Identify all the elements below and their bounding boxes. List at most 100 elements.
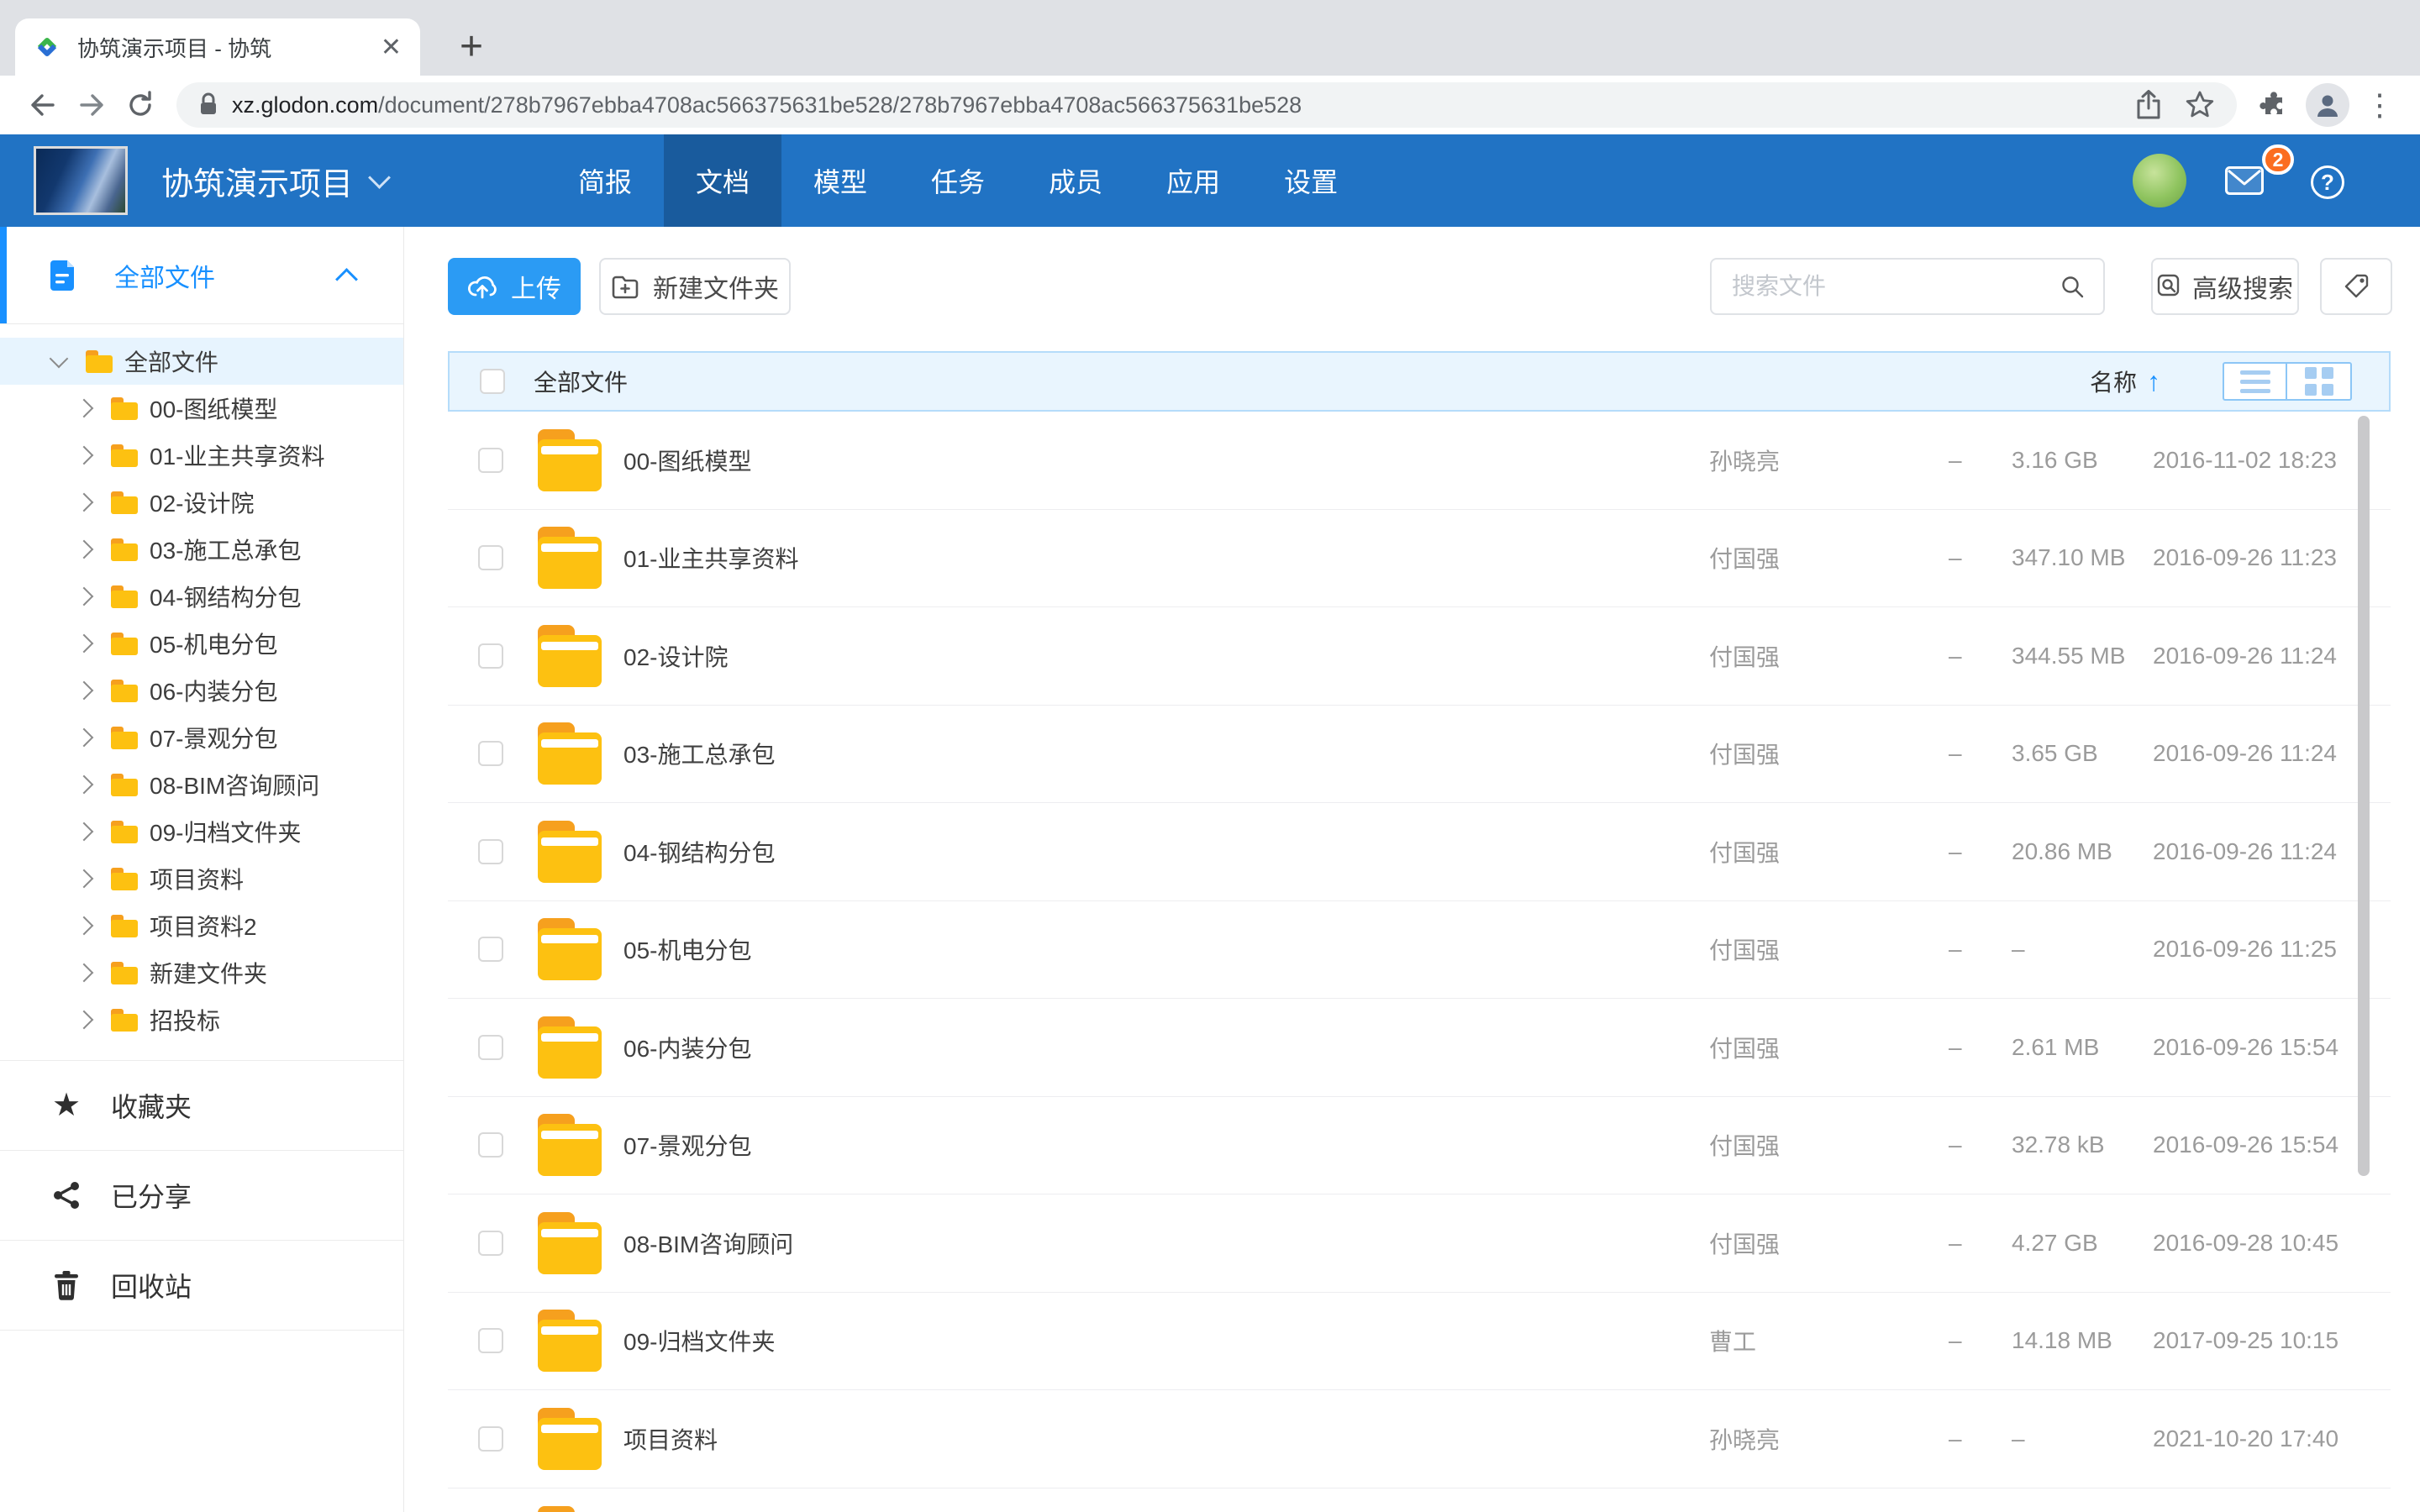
vertical-scrollbar[interactable] <box>2358 416 2370 1176</box>
search-input[interactable] <box>1730 272 2060 301</box>
chevron-right-icon[interactable] <box>75 869 94 889</box>
tree-item[interactable]: 06-内装分包 <box>0 667 403 714</box>
chevron-right-icon[interactable] <box>75 493 94 512</box>
nav-item-documents[interactable]: 文档 <box>664 134 781 227</box>
file-name[interactable]: 08-BIM咨询顾问 <box>623 1226 793 1260</box>
table-row-partial[interactable] <box>448 1488 2391 1512</box>
table-row[interactable]: 00-图纸模型 孙晓亮 – 3.16 GB 2016-11-02 18:23 <box>448 412 2391 510</box>
tree-item[interactable]: 项目资料 <box>0 855 403 902</box>
advanced-search-button[interactable]: 高级搜索 <box>2151 258 2299 315</box>
extensions-icon[interactable] <box>2249 81 2297 129</box>
table-row[interactable]: 05-机电分包 付国强 – – 2016-09-26 11:25 <box>448 901 2391 1000</box>
chevron-right-icon[interactable] <box>75 587 94 606</box>
chevron-right-icon[interactable] <box>75 1011 94 1030</box>
sort-control[interactable]: 名称 ↑ <box>2090 353 2137 410</box>
project-logo[interactable] <box>34 146 128 215</box>
nav-item-apps[interactable]: 应用 <box>1134 134 1252 227</box>
chevron-right-icon[interactable] <box>75 446 94 465</box>
browser-tab[interactable]: 协筑演示项目 - 协筑 ✕ <box>15 18 420 76</box>
row-checkbox[interactable] <box>478 545 503 570</box>
chevron-right-icon[interactable] <box>75 916 94 936</box>
chevron-right-icon[interactable] <box>75 775 94 795</box>
row-checkbox[interactable] <box>478 1132 503 1158</box>
file-name[interactable]: 00-图纸模型 <box>623 444 751 477</box>
row-checkbox[interactable] <box>478 448 503 473</box>
tree-item[interactable]: 02-设计院 <box>0 479 403 526</box>
chevron-right-icon[interactable] <box>75 634 94 654</box>
tree-item[interactable]: 08-BIM咨询顾问 <box>0 761 403 808</box>
bookmark-star-icon[interactable] <box>2185 90 2215 120</box>
sidebar-item-favorites[interactable]: ★ 收藏夹 <box>0 1060 403 1150</box>
new-folder-button[interactable]: 新建文件夹 <box>599 258 791 315</box>
chevron-right-icon[interactable] <box>75 728 94 748</box>
file-name[interactable]: 04-钢结构分包 <box>623 835 775 869</box>
table-row[interactable]: 07-景观分包 付国强 – 32.78 kB 2016-09-26 15:54 <box>448 1097 2391 1195</box>
row-checkbox[interactable] <box>478 937 503 962</box>
table-row[interactable]: 03-施工总承包 付国强 – 3.65 GB 2016-09-26 11:24 <box>448 706 2391 804</box>
row-checkbox[interactable] <box>478 1328 503 1353</box>
list-view-button[interactable] <box>2223 362 2287 401</box>
file-name[interactable]: 06-内装分包 <box>623 1031 751 1064</box>
sidebar-item-shared[interactable]: 已分享 <box>0 1150 403 1240</box>
chevron-down-icon[interactable] <box>50 349 69 369</box>
share-page-icon[interactable] <box>2134 90 2163 120</box>
row-checkbox[interactable] <box>478 1035 503 1060</box>
search-icon[interactable] <box>2060 274 2085 299</box>
tab-close-icon[interactable]: ✕ <box>381 33 402 62</box>
tag-filter-button[interactable] <box>2320 258 2392 315</box>
row-checkbox[interactable] <box>478 839 503 864</box>
file-name[interactable]: 05-机电分包 <box>623 932 751 966</box>
file-name[interactable]: 01-业主共享资料 <box>623 541 798 575</box>
browser-menu-icon[interactable]: ⋮ <box>2365 87 2395 123</box>
table-row[interactable]: 04-钢结构分包 付国强 – 20.86 MB 2016-09-26 11:24 <box>448 803 2391 901</box>
sidebar-item-recycle-bin[interactable]: 回收站 <box>0 1240 403 1331</box>
tree-item[interactable]: 07-景观分包 <box>0 714 403 761</box>
messages-button[interactable]: 2 <box>2225 166 2264 195</box>
project-title-group[interactable]: 协筑演示项目 <box>161 134 387 227</box>
table-row[interactable]: 06-内装分包 付国强 – 2.61 MB 2016-09-26 15:54 <box>448 999 2391 1097</box>
row-checkbox[interactable] <box>478 741 503 766</box>
tree-item[interactable]: 项目资料2 <box>0 902 403 949</box>
reload-icon[interactable] <box>116 81 165 129</box>
chevron-up-icon[interactable] <box>335 268 358 291</box>
chevron-right-icon[interactable] <box>75 963 94 983</box>
user-avatar[interactable] <box>2133 154 2186 207</box>
nav-item-members[interactable]: 成员 <box>1017 134 1134 227</box>
table-row[interactable]: 08-BIM咨询顾问 付国强 – 4.27 GB 2016-09-28 10:4… <box>448 1194 2391 1293</box>
chevron-right-icon[interactable] <box>75 399 94 418</box>
tree-root-all-files[interactable]: 全部文件 <box>0 338 403 385</box>
nav-item-models[interactable]: 模型 <box>781 134 899 227</box>
tree-item[interactable]: 03-施工总承包 <box>0 526 403 573</box>
file-name[interactable]: 项目资料 <box>623 1422 718 1456</box>
table-row[interactable]: 02-设计院 付国强 – 344.55 MB 2016-09-26 11:24 <box>448 607 2391 706</box>
help-button[interactable]: ? <box>2311 165 2344 199</box>
tree-item[interactable]: 01-业主共享资料 <box>0 432 403 479</box>
chevron-right-icon[interactable] <box>75 540 94 559</box>
table-row[interactable]: 项目资料 孙晓亮 – – 2021-10-20 17:40 <box>448 1390 2391 1488</box>
file-name[interactable]: 03-施工总承包 <box>623 737 775 770</box>
tree-item[interactable]: 招投标 <box>0 996 403 1043</box>
tree-item[interactable]: 新建文件夹 <box>0 949 403 996</box>
file-name[interactable]: 09-归档文件夹 <box>623 1324 775 1357</box>
row-checkbox[interactable] <box>478 1426 503 1452</box>
select-all-checkbox[interactable] <box>480 369 505 394</box>
table-row[interactable]: 09-归档文件夹 曹工 – 14.18 MB 2017-09-25 10:15 <box>448 1293 2391 1391</box>
omnibox[interactable]: xz.glodon.com/document/278b7967ebba4708a… <box>176 82 2237 128</box>
nav-item-briefing[interactable]: 简报 <box>546 134 664 227</box>
nav-item-tasks[interactable]: 任务 <box>899 134 1017 227</box>
chevron-right-icon[interactable] <box>75 681 94 701</box>
grid-view-button[interactable] <box>2287 362 2352 401</box>
browser-profile-avatar[interactable] <box>2306 83 2349 127</box>
new-tab-button[interactable]: + <box>447 22 496 71</box>
chevron-right-icon[interactable] <box>75 822 94 842</box>
tree-item[interactable]: 05-机电分包 <box>0 620 403 667</box>
row-checkbox[interactable] <box>478 1231 503 1256</box>
file-name[interactable]: 07-景观分包 <box>623 1128 751 1162</box>
sidebar-header-all-files[interactable]: 全部文件 <box>0 227 403 324</box>
forward-icon[interactable] <box>67 81 116 129</box>
row-checkbox[interactable] <box>478 643 503 669</box>
tree-item[interactable]: 04-钢结构分包 <box>0 573 403 620</box>
upload-button[interactable]: 上传 <box>448 258 581 315</box>
file-name[interactable]: 02-设计院 <box>623 639 728 673</box>
back-icon[interactable] <box>18 81 67 129</box>
